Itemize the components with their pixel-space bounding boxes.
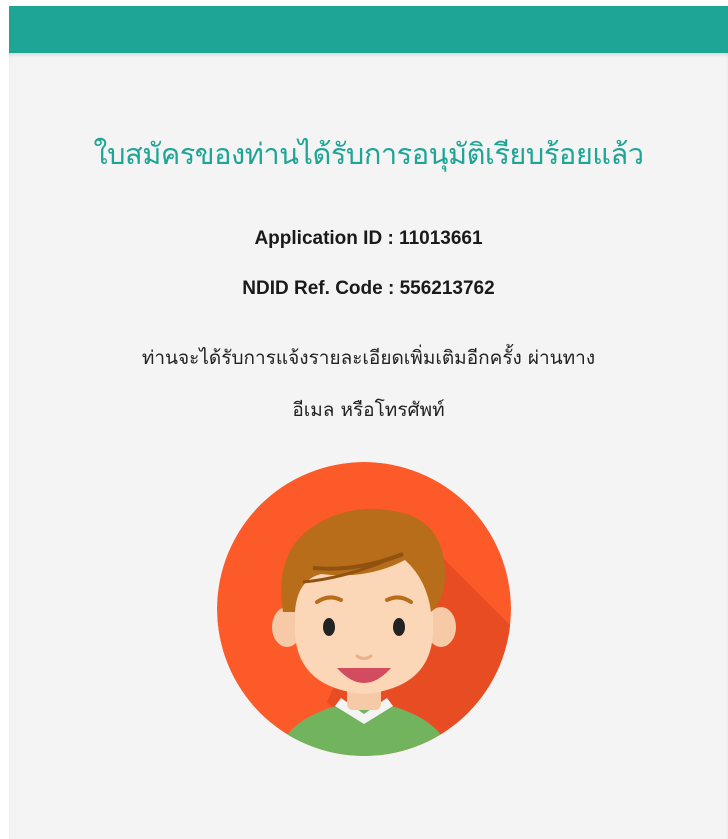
- notification-message-line-2: อีเมล หรือโทรศัพท์: [292, 399, 445, 421]
- ndid-ref-code: NDID Ref. Code : 556213762: [242, 278, 495, 299]
- application-id: Application ID : 11013661: [254, 228, 483, 249]
- notification-message-line-1: ท่านจะได้รับการแจ้งรายละเอียดเพิ่มเติมอี…: [141, 347, 596, 369]
- main-content: ใบสมัครของท่านได้รับการอนุมัติเรียบร้อยแ…: [9, 53, 728, 839]
- page-title: ใบสมัครของท่านได้รับการอนุมัติเรียบร้อยแ…: [93, 137, 644, 171]
- header-bar: [9, 6, 728, 53]
- smiling-boy-avatar-icon: [217, 462, 511, 756]
- page: ใบสมัครของท่านได้รับการอนุมัติเรียบร้อยแ…: [0, 0, 728, 839]
